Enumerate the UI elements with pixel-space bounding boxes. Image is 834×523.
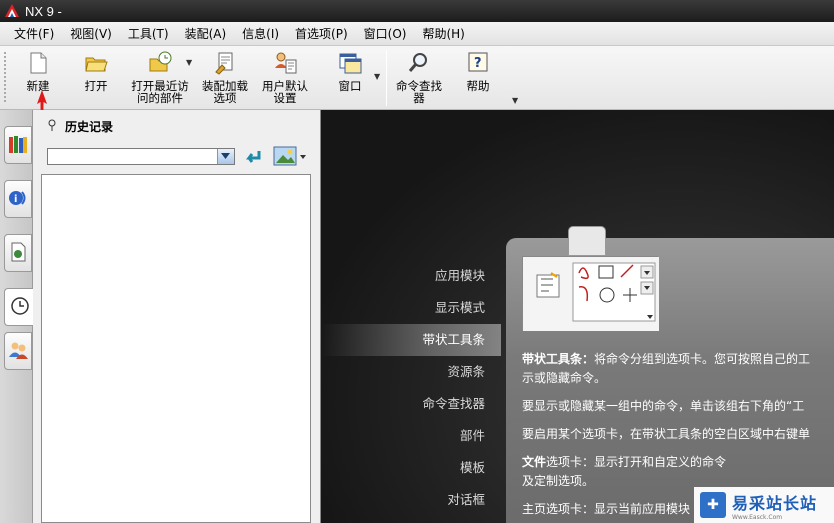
watermark-title: 易采站长站: [732, 493, 818, 513]
topic-resource-bar[interactable]: 资源条: [321, 356, 501, 388]
menu-help[interactable]: 帮助(H): [414, 25, 472, 42]
ribbon-heading: 带状工具条：: [522, 352, 595, 366]
window-icon: [337, 50, 363, 76]
resource-bar: i: [0, 110, 34, 523]
topic-parts[interactable]: 部件: [321, 420, 501, 452]
topic-ribbon-bar[interactable]: 带状工具条: [321, 324, 501, 356]
menu-info[interactable]: 信息(I): [234, 25, 287, 42]
help-icon: ?: [465, 50, 491, 76]
pin-icon[interactable]: [47, 119, 57, 134]
card-tab: [568, 226, 606, 256]
web-page-icon: [7, 241, 29, 266]
ribbon-preview-image: [522, 256, 659, 331]
help-button[interactable]: ? 帮助: [458, 50, 498, 108]
menu-bar: 文件(F) 视图(V) 工具(T) 装配(A) 信息(I) 首选项(P) 窗口(…: [0, 22, 834, 46]
history-header: 历史记录: [47, 118, 113, 135]
history-tab[interactable]: [4, 288, 34, 326]
assembly-navigator-tab[interactable]: [4, 126, 32, 164]
topic-templates[interactable]: 模板: [321, 452, 501, 484]
title-bar: NX 9 -: [0, 0, 834, 22]
topic-applications[interactable]: 应用模块: [321, 260, 501, 292]
back-arrow-icon[interactable]: [243, 148, 263, 169]
roles-tab[interactable]: [4, 332, 32, 370]
menu-preferences[interactable]: 首选项(P): [287, 25, 356, 42]
svg-text:?: ?: [474, 56, 482, 71]
recent-dropdown-icon[interactable]: ▼: [186, 58, 192, 67]
books-icon: [7, 133, 29, 158]
ribbon-desc-2: 要显示或隐藏某一组中的命令，单击该组右下角的“工: [522, 399, 805, 413]
user-defaults-label: 用户默认 设置: [262, 79, 308, 105]
file-tab-desc-b: 及定制选项。: [522, 474, 595, 488]
toolbar-grip[interactable]: [4, 52, 8, 102]
recent-parts-icon: [147, 50, 173, 76]
file-tab-desc: 选项卡：显示打开和自定义的命令: [546, 455, 727, 469]
open-recent-button[interactable]: 打开最近访 问的部件: [128, 50, 192, 108]
combo-dropdown-icon[interactable]: [217, 149, 234, 164]
assembly-load-icon: [212, 50, 238, 76]
info-icon: i: [7, 187, 29, 212]
command-finder-button[interactable]: 命令查找 器: [392, 50, 446, 108]
user-defaults-icon: [272, 50, 298, 76]
nx-logo-icon: [4, 3, 20, 19]
site-watermark: ✚ 易采站长站 Www.Easck.Com: [694, 487, 834, 523]
window-button-label: 窗口: [338, 79, 362, 93]
main-graphics-area: 应用模块 显示模式 带状工具条 资源条 命令查找器 部件 模板 对话框 带状工具…: [321, 110, 834, 523]
topic-dialogs[interactable]: 对话框: [321, 484, 501, 516]
clock-icon: [9, 295, 31, 320]
menu-view[interactable]: 视图(V): [62, 25, 120, 42]
help-button-label: 帮助: [466, 79, 490, 93]
toolbar-separator: [386, 50, 387, 106]
history-list[interactable]: [41, 174, 311, 523]
open-folder-icon: [83, 50, 109, 76]
ribbon-desc-1: 将命令分组到选项卡。您可按照自己的工: [594, 352, 811, 366]
open-button[interactable]: 打开: [76, 50, 116, 108]
history-filter-combo[interactable]: [47, 148, 235, 165]
watermark-url: Www.Easck.Com: [732, 513, 783, 521]
standard-toolbar: 新建 打开 打开最近访 问的部件 ▼ 装配加载 选项 用户默认 设置 窗口 ▼: [0, 46, 834, 110]
web-browser-tab[interactable]: [4, 234, 32, 272]
ribbon-desc-3: 要启用某个选项卡，在带状工具条的空白区域中右键单: [522, 427, 811, 441]
topic-display-mode[interactable]: 显示模式: [321, 292, 501, 324]
toolbar-options-dropdown-icon[interactable]: ▼: [512, 96, 518, 105]
part-navigator-tab[interactable]: i: [4, 180, 32, 218]
window-dropdown-icon[interactable]: ▼: [374, 72, 380, 81]
file-tab-heading: 文件: [522, 455, 547, 469]
topic-command-finder[interactable]: 命令查找器: [321, 388, 501, 420]
assembly-load-options-button[interactable]: 装配加载 选项: [198, 50, 252, 108]
command-finder-label: 命令查找 器: [396, 79, 442, 105]
history-title: 历史记录: [65, 120, 114, 134]
welcome-topics-list: 应用模块 显示模式 带状工具条 资源条 命令查找器 部件 模板 对话框: [321, 260, 501, 516]
assembly-load-label: 装配加载 选项: [202, 79, 248, 105]
history-panel: 历史记录: [33, 110, 321, 523]
new-file-icon: [25, 50, 51, 76]
magnifier-icon: [406, 50, 432, 76]
open-button-label: 打开: [84, 79, 108, 93]
ribbon-desc-1b: 示或隐藏命令。: [522, 371, 607, 385]
palette-view-icon[interactable]: [273, 146, 307, 169]
menu-window[interactable]: 窗口(O): [356, 25, 415, 42]
window-title: NX 9 -: [25, 3, 62, 19]
open-recent-label: 打开最近访 问的部件: [131, 79, 189, 105]
user-defaults-button[interactable]: 用户默认 设置: [258, 50, 312, 108]
menu-tools[interactable]: 工具(T): [120, 25, 177, 42]
watermark-logo-icon: ✚: [700, 492, 726, 518]
menu-file[interactable]: 文件(F): [6, 25, 62, 42]
topic-info-card: 带状工具条：将命令分组到选项卡。您可按照自己的工示或隐藏命令。 要显示或隐藏某一…: [506, 226, 834, 523]
users-icon: [7, 339, 29, 364]
menu-assembly[interactable]: 装配(A): [177, 25, 235, 42]
svg-text:i: i: [14, 194, 17, 205]
window-button[interactable]: 窗口: [330, 50, 370, 108]
